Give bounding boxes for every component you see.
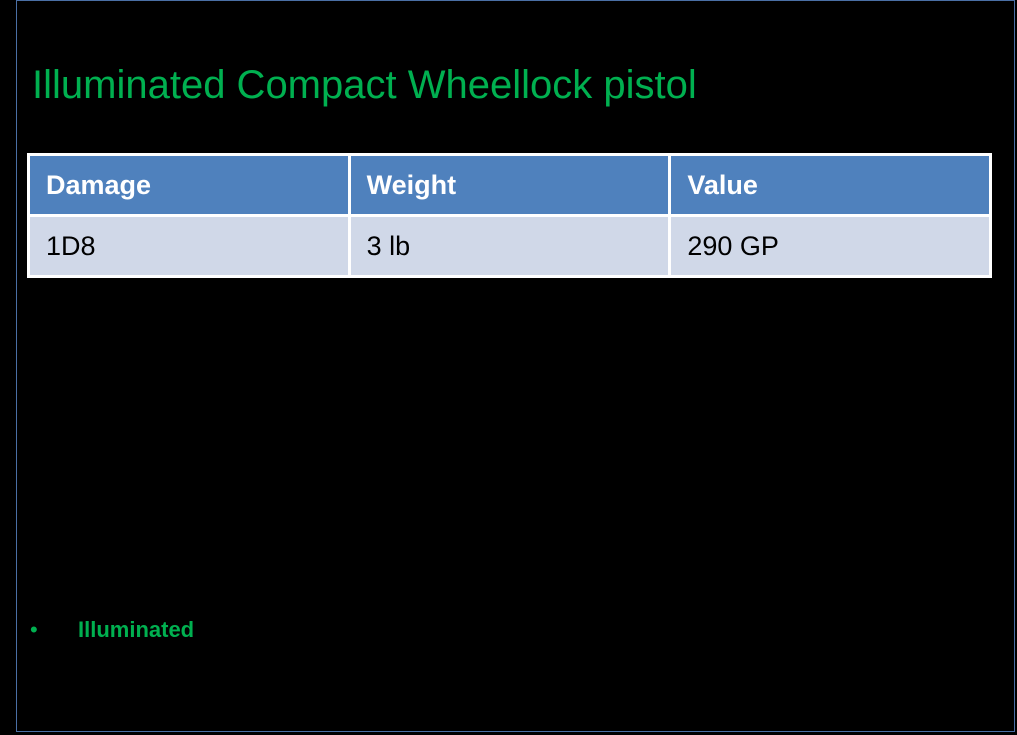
header-value: Value	[668, 153, 992, 217]
property-list: • Illuminated	[30, 614, 194, 646]
table-header-row: Damage Weight Value	[27, 153, 992, 217]
list-item: • Illuminated	[30, 614, 194, 646]
header-damage: Damage	[27, 153, 351, 217]
header-weight: Weight	[347, 153, 672, 217]
table-row: 1D8 3 lb 290 GP	[27, 214, 992, 278]
bullet-icon: •	[30, 617, 38, 642]
stats-table: Damage Weight Value 1D8 3 lb 290 GP	[27, 153, 992, 278]
cell-value: 290 GP	[668, 214, 992, 278]
page-title: Illuminated Compact Wheellock pistol	[32, 63, 697, 107]
cell-weight: 3 lb	[347, 214, 672, 278]
cell-damage: 1D8	[27, 214, 351, 278]
property-illuminated: Illuminated	[78, 617, 195, 642]
